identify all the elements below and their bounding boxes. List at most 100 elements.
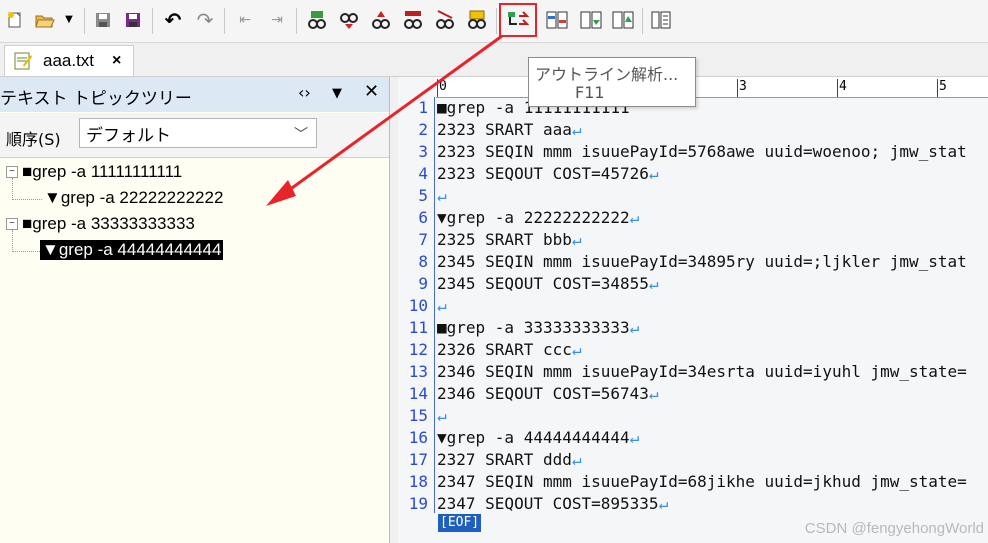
tab-label: aaa.txt (43, 51, 95, 70)
ruler-label: 0 (439, 79, 447, 94)
save-all-icon[interactable] (122, 9, 144, 31)
line-number: 3 (418, 142, 428, 161)
chevron-down-icon: ﹀ (294, 127, 308, 143)
ruler-label: 4 (839, 79, 847, 94)
order-select-value: デフォルト (86, 125, 171, 146)
panel-menu-icon[interactable]: ▼ (332, 86, 342, 101)
order-row: 順序(S) デフォルト ﹀ (0, 113, 389, 158)
tree-item[interactable]: − ■grep -a 11111111111 (6, 160, 182, 184)
line-number: 17 (408, 450, 428, 469)
tab-strip: aaa.txt × (0, 43, 988, 77)
eol-mark: ↵ (571, 230, 582, 249)
toolbar: ▼ ↶ ↷ ⇤ ⇥ (0, 0, 988, 43)
eol-mark: ↵ (437, 406, 447, 425)
find-next-icon[interactable] (338, 9, 360, 31)
save-icon[interactable] (92, 9, 114, 31)
line-number: 12 (408, 340, 428, 359)
tab-close-button[interactable]: × (112, 52, 121, 70)
tooltip-title: アウトライン解析... (535, 65, 679, 84)
tree-connector (12, 251, 42, 252)
code-line: ↵ (437, 405, 447, 427)
column-ruler: 0 1 2 3 4 5 (436, 77, 988, 98)
line-number: 15 (408, 406, 428, 425)
code-line: ▼grep -a 22222222222↵ (437, 207, 639, 229)
eol-mark: ↵ (629, 208, 640, 227)
code-line: ■grep -a 33333333333↵ (437, 317, 639, 339)
eol-mark: ↵ (571, 450, 582, 469)
code-line: ▼grep -a 44444444444↵ (437, 427, 639, 449)
code-line: ↵ (437, 295, 447, 317)
line-number: 8 (418, 252, 428, 271)
eol-mark: ↵ (648, 384, 659, 403)
panel-close-icon[interactable]: ✕ (364, 81, 379, 102)
line-number: 6 (418, 208, 428, 227)
line-number: 7 (418, 230, 428, 249)
toolbar-separator (296, 8, 297, 34)
code-text: 2345 SEQIN mmm isuuePayId=34895ry uuid=;… (437, 252, 967, 271)
new-file-icon[interactable] (4, 9, 26, 31)
indent-left-icon[interactable]: ⇤ (234, 9, 256, 31)
eol-mark: ↵ (648, 274, 659, 293)
line-number: 10 (408, 296, 428, 315)
code-line: 2323 SRART aaa↵ (437, 119, 582, 141)
tree-item-label: ■grep -a 11111111111 (22, 162, 183, 181)
code-text: 2345 SEQOUT COST=34855 (437, 274, 649, 293)
outline-button-highlight (499, 3, 537, 37)
eol-mark: ↵ (629, 318, 640, 337)
code-text: 2325 SRART bbb (437, 230, 572, 249)
code-text: 2323 SRART aaa (437, 120, 572, 139)
line-number: 9 (418, 274, 428, 293)
line-number: 16 (408, 428, 428, 447)
open-folder-icon[interactable] (34, 9, 56, 31)
undo-icon[interactable]: ↶ (162, 9, 184, 31)
tab-aaa-txt[interactable]: aaa.txt × (4, 45, 134, 76)
tree-connector (12, 199, 42, 200)
line-number: 19 (408, 494, 428, 513)
code-line: 2346 SEQOUT COST=56743↵ (437, 383, 659, 405)
code-text: ▼grep -a 44444444444 (437, 428, 630, 447)
text-file-icon (14, 52, 32, 70)
code-line: 2347 SEQOUT COST=895335↵ (437, 493, 668, 515)
redo-icon[interactable]: ↷ (194, 9, 216, 31)
code-text: 2323 SEQOUT COST=45726 (437, 164, 649, 183)
tree-item-label: ▼grep -a 44444444444 (40, 240, 224, 260)
find-prev-icon[interactable] (370, 9, 392, 31)
eol-mark: ↵ (437, 296, 447, 315)
code-line: 2347 SEQIN mmm isuuePayId=68jikhe uuid=j… (437, 471, 967, 493)
window-list-icon[interactable] (650, 9, 672, 31)
code-line: 2326 SRART ccc↵ (437, 339, 582, 361)
collapse-icon[interactable]: − (6, 218, 18, 230)
compare-next-icon[interactable] (580, 9, 602, 31)
grep-icon[interactable] (434, 9, 456, 31)
compare-icon[interactable] (546, 9, 568, 31)
ruler-label: 5 (939, 79, 947, 94)
order-select[interactable]: デフォルト ﹀ (79, 118, 317, 148)
tree-item-label: ■grep -a 33333333333 (22, 214, 195, 233)
text-area[interactable]: ■grep -a 11111111111 2323 SRART aaa↵ 232… (436, 97, 988, 517)
indent-right-icon[interactable]: ⇥ (266, 9, 288, 31)
replace-icon[interactable] (402, 9, 424, 31)
line-number: 14 (408, 384, 428, 403)
collapse-icon[interactable]: − (6, 166, 18, 178)
eof-marker: [EOF] (438, 514, 482, 532)
find-icon[interactable] (306, 9, 328, 31)
toolbar-separator (642, 8, 643, 34)
tree-item[interactable]: − ■grep -a 33333333333 (6, 212, 195, 236)
grep-replace-icon[interactable] (466, 9, 488, 31)
line-number: 13 (408, 362, 428, 381)
pin-icon[interactable]: ‹› (298, 83, 311, 102)
ruler-tick (837, 79, 838, 97)
line-number: 1 (418, 98, 428, 117)
editor[interactable]: 0 1 2 3 4 5 1 2 3 4 5 6 7 8 9 10 11 12 1… (398, 77, 988, 543)
code-text: 2347 SEQOUT COST=895335 (437, 494, 659, 513)
outline-panel-title: テキスト トピックツリー (0, 89, 192, 109)
compare-prev-icon[interactable] (612, 9, 634, 31)
dropdown-arrow-icon[interactable]: ▼ (62, 9, 76, 31)
toolbar-separator (224, 8, 225, 34)
tooltip-shortcut: F11 (575, 83, 605, 102)
outline-panel: テキスト トピックツリー ‹› ▼ ✕ 順序(S) デフォルト ﹀ − ■gre… (0, 77, 390, 543)
tree-item-selected[interactable]: ▼grep -a 44444444444 (40, 238, 224, 262)
tree-item[interactable]: ▼grep -a 22222222222 (44, 186, 223, 210)
code-text: ■grep -a 33333333333 (437, 318, 630, 337)
code-line: 2323 SEQIN mmm isuuePayId=5768awe uuid=w… (437, 141, 967, 163)
